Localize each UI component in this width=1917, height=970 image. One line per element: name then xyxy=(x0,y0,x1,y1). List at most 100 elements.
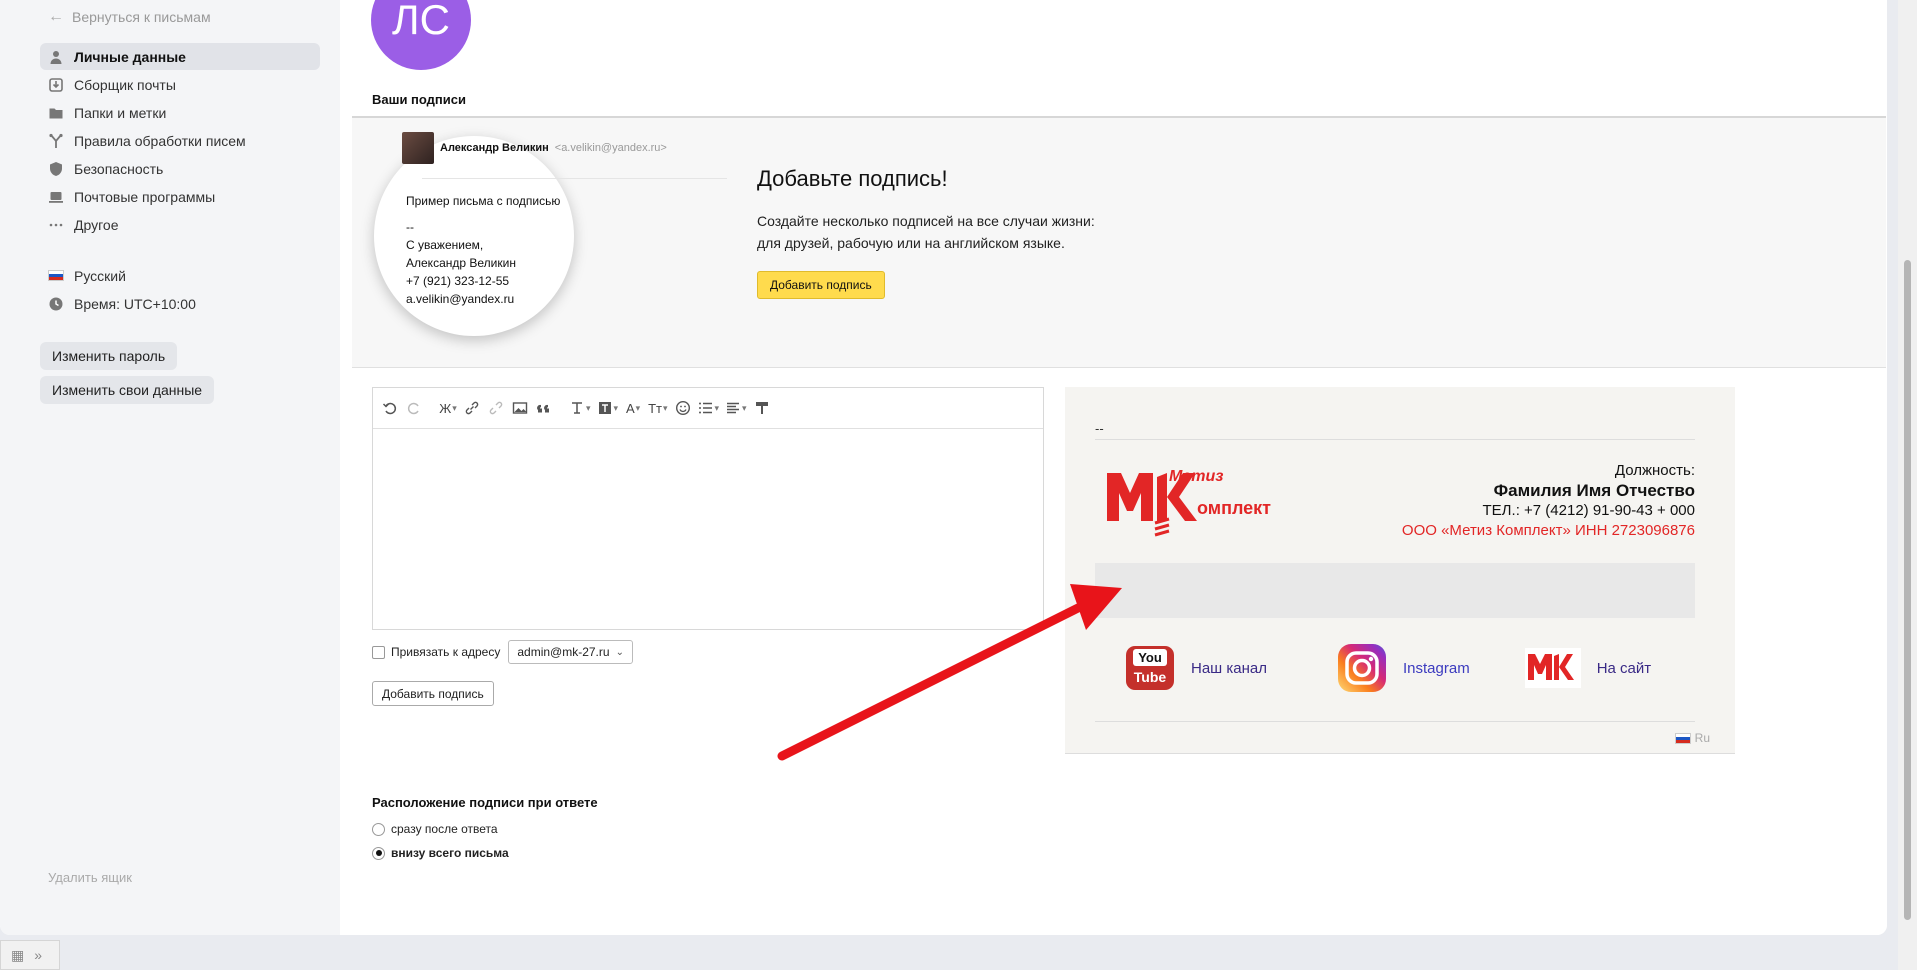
preview-banner-placeholder xyxy=(1095,563,1695,618)
sidebar-item-label: Почтовые программы xyxy=(74,188,216,205)
unlink-icon xyxy=(489,401,503,415)
chevron-down-icon: ▾ xyxy=(714,402,720,413)
sidebar-item-folders[interactable]: Папки и метки xyxy=(40,99,320,126)
chevron-down-icon: ▾ xyxy=(662,402,668,413)
add-signature-button[interactable]: Добавить подпись xyxy=(372,681,494,706)
link-button[interactable] xyxy=(461,396,483,420)
text-background-button[interactable]: ▾ xyxy=(595,396,621,420)
promo-title: Добавьте подпись! xyxy=(757,166,948,191)
quote-icon xyxy=(537,404,549,413)
logo-bottom-text: омплект xyxy=(1197,498,1271,518)
youtube-link[interactable]: You Tube Наш канал xyxy=(1125,645,1267,691)
placement-option-after-reply[interactable]: сразу после ответа xyxy=(372,822,598,836)
signature-text-area[interactable] xyxy=(373,430,1043,629)
change-password-button[interactable]: Изменить пароль xyxy=(40,342,178,370)
format-brush-icon xyxy=(755,402,768,414)
sidebar-item-mail-collector[interactable]: Сборщик почты xyxy=(40,71,320,98)
delete-mailbox-link[interactable]: Удалить ящик xyxy=(48,870,132,885)
placement-title: Расположение подписи при ответе xyxy=(372,795,598,810)
site-link[interactable]: На сайт xyxy=(1524,648,1651,688)
sidebar-item-security[interactable]: Безопасность xyxy=(40,155,320,182)
inbox-download-icon xyxy=(48,77,64,93)
preview-phone: ТЕЛ.: +7 (4212) 91-90-43 + 000 xyxy=(1482,502,1695,519)
sidebar-item-label: Сборщик почты xyxy=(74,76,176,93)
bold-button[interactable]: Ж ▾ xyxy=(437,396,459,420)
undo-button[interactable] xyxy=(379,396,401,420)
timezone-selector[interactable]: Время: UTC+10:00 xyxy=(40,290,320,317)
language-selector[interactable]: Русский xyxy=(40,262,320,289)
preview-divider xyxy=(1095,721,1695,722)
logo-top-text: Метиз xyxy=(1169,468,1223,485)
preview-links: You Tube Наш канал Instagram На сайт xyxy=(1125,643,1685,693)
quote-button[interactable] xyxy=(533,396,555,420)
settings-main: ЛС Ваши подписи Александр Великин <a.vel… xyxy=(340,0,1887,935)
filter-branch-icon xyxy=(48,133,64,149)
sample-photo xyxy=(402,132,434,164)
address-value: admin@mk-27.ru xyxy=(517,645,610,659)
redo-button[interactable] xyxy=(403,396,425,420)
image-icon xyxy=(512,402,528,414)
font-color-label: A xyxy=(625,400,635,416)
radio-after-reply[interactable] xyxy=(372,822,385,836)
expand-icon[interactable]: » xyxy=(34,947,42,963)
sidebar-item-label: Папки и метки xyxy=(74,104,167,121)
person-icon xyxy=(48,49,64,65)
emoji-button[interactable] xyxy=(672,396,694,420)
instagram-icon xyxy=(1338,644,1386,692)
chevron-down-icon: ▾ xyxy=(742,402,747,413)
sidebar-item-label: Личные данные xyxy=(74,48,186,65)
svg-text:Tube: Tube xyxy=(1134,669,1167,685)
settings-window: ← Вернуться к письмам Личные данные Сбор… xyxy=(0,0,1887,935)
language-label: Русский xyxy=(74,267,126,284)
laptop-icon xyxy=(48,189,64,205)
sidebar-item-mail-clients[interactable]: Почтовые программы xyxy=(40,183,320,210)
redo-icon xyxy=(407,402,419,415)
link-icon xyxy=(465,401,479,415)
insert-image-button[interactable] xyxy=(509,396,531,420)
promo-text: Создайте несколько подписей на все случа… xyxy=(757,210,1095,254)
chevron-down-icon: ⌄ xyxy=(615,646,624,658)
sidebar-item-personal-data[interactable]: Личные данные xyxy=(40,43,320,70)
shield-icon xyxy=(48,161,64,177)
preview-language-label: Ru xyxy=(1694,731,1710,745)
editor-toolbar: Ж ▾ ▾ ▾ A ▾ Тт ▾ ▾ ▾ xyxy=(373,388,1043,429)
align-button[interactable]: ▾ xyxy=(723,396,749,420)
page-scrollbar[interactable] xyxy=(1898,0,1917,970)
sample-email: <a.velikin@yandex.ru> xyxy=(554,142,667,154)
sample-header: Александр Великин <a.velikin@yandex.ru> xyxy=(402,132,667,164)
preview-language[interactable]: Ru xyxy=(1674,731,1710,745)
bind-address-label: Привязать к адресу xyxy=(391,645,501,659)
promo-add-signature-button[interactable]: Добавить подпись xyxy=(757,271,885,299)
scrollbar-thumb[interactable] xyxy=(1904,260,1911,920)
sidebar-item-other[interactable]: Другое xyxy=(40,211,320,238)
radio-bottom[interactable] xyxy=(372,846,385,860)
clear-format-button[interactable] xyxy=(751,396,773,420)
youtube-link-label: Наш канал xyxy=(1191,659,1267,677)
avatar[interactable]: ЛС xyxy=(371,0,471,70)
instagram-link[interactable]: Instagram xyxy=(1337,643,1470,693)
address-select[interactable]: admin@mk-27.ru ⌄ xyxy=(508,640,633,664)
back-to-mail-link[interactable]: ← Вернуться к письмам xyxy=(48,8,211,26)
arrow-left-icon: ← xyxy=(48,8,64,25)
promo-text-line: Создайте несколько подписей на все случа… xyxy=(757,213,1095,229)
font-color-button[interactable]: A ▾ xyxy=(622,396,644,420)
sample-line: С уважением, xyxy=(406,238,484,252)
bind-address-checkbox[interactable] xyxy=(372,645,385,659)
flag-ru-icon xyxy=(48,268,64,284)
calendar-icon[interactable]: ▦ xyxy=(11,947,24,964)
placement-option-label: сразу после ответа xyxy=(391,822,498,836)
sidebar-item-rules[interactable]: Правила обработки писем xyxy=(40,127,320,154)
site-logo-icon xyxy=(1524,648,1581,688)
placement-option-bottom[interactable]: внизу всего письма xyxy=(372,846,598,860)
align-icon xyxy=(727,402,740,414)
locale-settings: Русский Время: UTC+10:00 xyxy=(40,262,320,318)
list-button[interactable]: ▾ xyxy=(696,396,722,420)
chevron-down-icon: ▾ xyxy=(613,402,619,413)
text-format-button[interactable]: ▾ xyxy=(567,396,593,420)
unlink-button[interactable] xyxy=(485,396,507,420)
change-data-button[interactable]: Изменить свои данные xyxy=(40,376,215,404)
list-icon xyxy=(698,402,712,414)
timezone-label: Время: UTC+10:00 xyxy=(74,295,196,312)
chevron-down-icon: ▾ xyxy=(586,402,591,413)
font-size-button[interactable]: Тт ▾ xyxy=(646,396,669,420)
